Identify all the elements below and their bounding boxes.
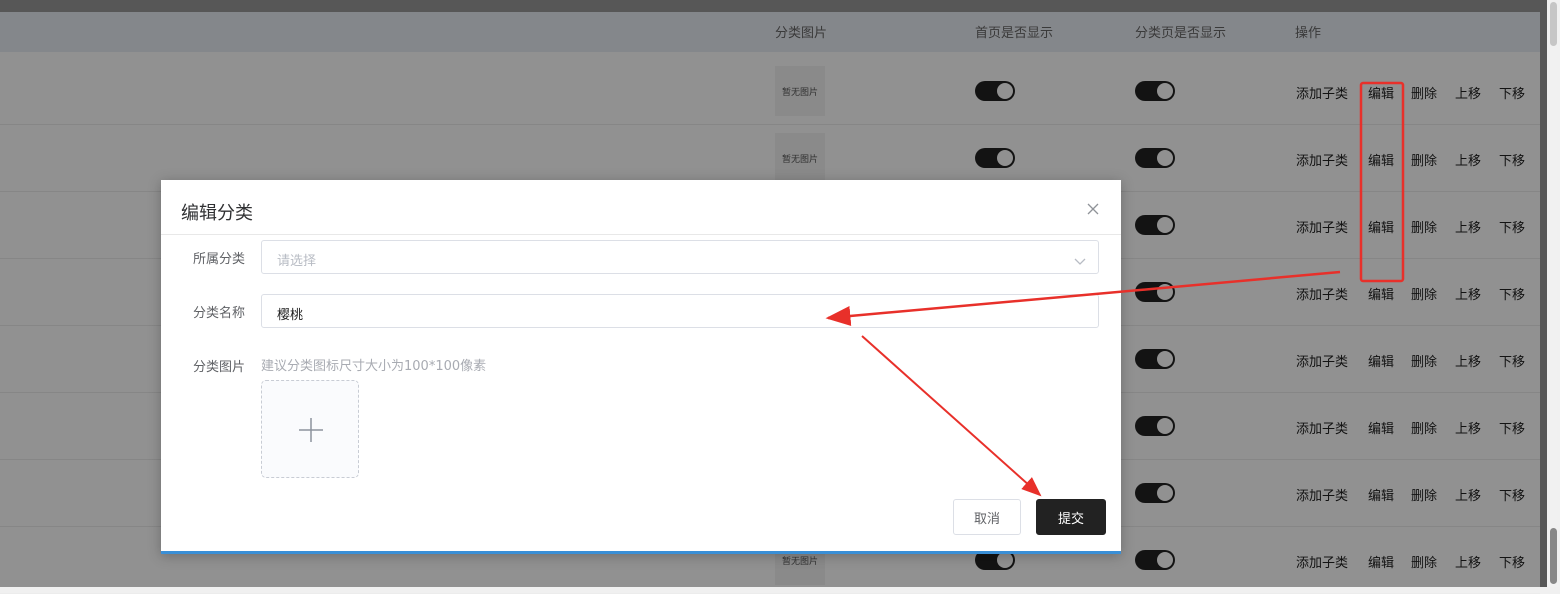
parent-category-select[interactable]: 请选择 bbox=[261, 240, 1099, 274]
page-scrollbar[interactable] bbox=[1547, 0, 1560, 587]
category-name-label: 分类名称 bbox=[193, 306, 246, 321]
dialog-accent-bar bbox=[161, 551, 1121, 554]
plus-icon bbox=[298, 417, 324, 447]
cancel-button[interactable]: 取消 bbox=[953, 499, 1021, 535]
submit-button[interactable]: 提交 bbox=[1036, 499, 1106, 535]
parent-category-placeholder: 请选择 bbox=[277, 254, 317, 269]
category-name-value: 樱桃 bbox=[277, 308, 304, 323]
category-image-hint: 建议分类图标尺寸大小为100*100像素 bbox=[261, 359, 487, 374]
scrollbar-track-top bbox=[1550, 2, 1557, 46]
parent-category-label: 所属分类 bbox=[193, 252, 246, 267]
dialog-divider bbox=[161, 234, 1121, 235]
image-upload-button[interactable] bbox=[261, 380, 359, 478]
close-icon[interactable] bbox=[1085, 201, 1101, 217]
category-name-input[interactable]: 樱桃 bbox=[261, 294, 1099, 328]
category-image-label: 分类图片 bbox=[193, 360, 246, 375]
chevron-down-icon bbox=[1074, 252, 1086, 271]
edit-category-dialog: 编辑分类 所属分类 请选择 分类名称 樱桃 分类图片 建议分类图标尺寸大小为10… bbox=[161, 180, 1121, 554]
scrollbar-thumb[interactable] bbox=[1550, 528, 1557, 584]
dialog-title: 编辑分类 bbox=[181, 203, 253, 224]
